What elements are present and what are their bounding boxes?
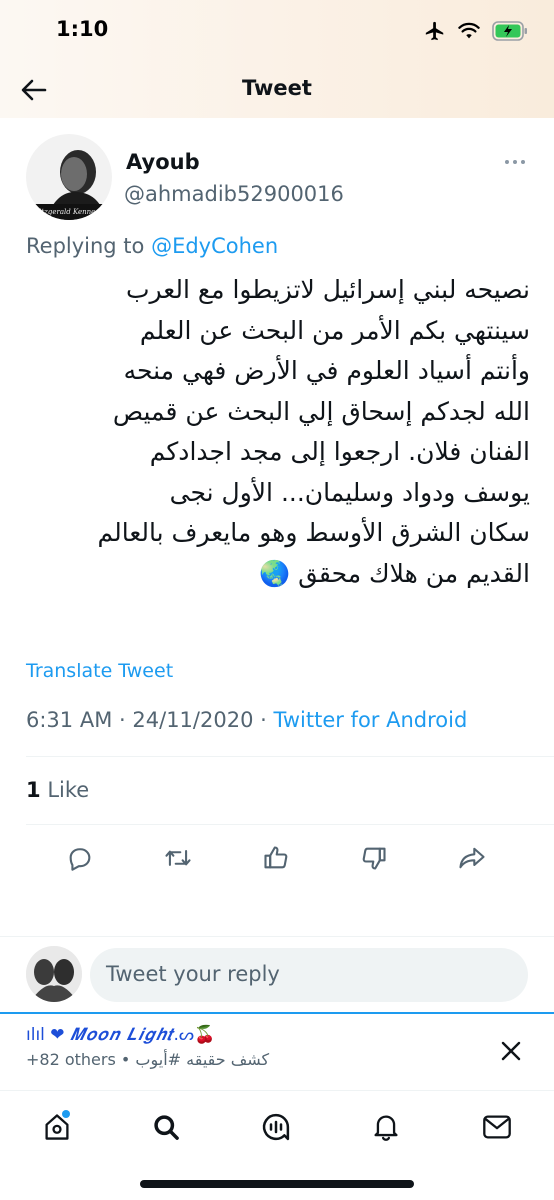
more-options-button[interactable] (500, 152, 530, 172)
upvote-icon (262, 844, 290, 872)
tweet-text-line: نصيحه لبني إسرائيل لاتزيطوا مع العرب (125, 275, 530, 304)
tab-spaces[interactable] (256, 1107, 296, 1147)
home-notification-dot (62, 1110, 70, 1118)
space-title-text: 𝑴𝒐𝒐𝒏 𝑳𝒊𝒈𝒉𝒕 (69, 1025, 174, 1045)
tweet-text-line: سكان الشرق الأوسط وهو مايعرف بالعالم (97, 518, 530, 547)
status-time: 1:10 (56, 17, 109, 41)
tweet-text-line: يوسف ودواد وسليمان... الأول نجى (169, 477, 530, 507)
page-title: Tweet (242, 76, 312, 100)
battery-charging-icon (492, 21, 528, 41)
avatar-caption: Fitzgerald Kennedy (33, 208, 105, 216)
tweet-text-line: سينتهي بكم الأمر من البحث عن العلم (139, 315, 530, 345)
author-avatar[interactable]: Fitzgerald Kennedy (26, 134, 112, 220)
tweet-text: نصيحه لبني إسرائيل لاتزيطوا مع العرب سين… (24, 270, 530, 594)
space-title-icons: ılıl ❤ (26, 1025, 65, 1045)
downvote-button[interactable] (354, 838, 394, 878)
navigation-bar: Tweet (0, 62, 554, 118)
user-avatar[interactable] (26, 946, 82, 1002)
retweet-icon (163, 844, 193, 872)
tweet-meta: 6:31 AM · 24/11/2020 · Twitter for Andro… (26, 708, 467, 732)
replying-prefix: Replying to (26, 234, 152, 258)
tab-home[interactable] (37, 1107, 77, 1147)
tweet-source-link[interactable]: Twitter for Android (274, 708, 468, 732)
divider (26, 824, 554, 825)
messages-icon (482, 1114, 512, 1140)
space-title-suffix: .ᔕ🍒 (173, 1025, 216, 1045)
replying-mention-link[interactable]: @EdyCohen (151, 234, 278, 258)
likes-count[interactable]: 1 Like (26, 778, 89, 802)
divider (0, 936, 554, 937)
space-subtitle: +82 others • كشف حقيقه #أيوب (26, 1050, 270, 1069)
search-icon (152, 1113, 180, 1141)
divider (26, 756, 554, 757)
space-title[interactable]: ılıl ❤ 𝑴𝒐𝒐𝒏 𝑳𝒊𝒈𝒉𝒕.ᔕ🍒 (26, 1025, 215, 1045)
tweet-text-line: وأنتم أسياد العلوم في الأرض فهي منحه (123, 356, 530, 385)
status-bar: 1:10 (0, 0, 554, 62)
share-icon (457, 844, 487, 872)
tab-messages[interactable] (477, 1107, 517, 1147)
translate-tweet-link[interactable]: Translate Tweet (26, 660, 173, 682)
home-indicator (140, 1180, 414, 1188)
tweet-time: 6:31 AM (26, 708, 113, 732)
meta-separator: · (119, 708, 126, 732)
likes-label: Like (47, 778, 90, 802)
meta-separator: · (260, 708, 267, 732)
tweet-text-line: الله لجدكم إسحاق إلي البحث عن قميص (112, 396, 530, 426)
downvote-icon (360, 844, 388, 872)
player-divider (0, 1012, 554, 1014)
tweet-text-line: القديم من هلاك محقق 🌏 (259, 558, 530, 588)
share-button[interactable] (452, 838, 492, 878)
more-icon (504, 159, 526, 165)
tweet-date: 24/11/2020 (132, 708, 254, 732)
close-icon (500, 1040, 522, 1062)
reply-placeholder: Tweet your reply (106, 962, 280, 986)
notifications-icon (372, 1112, 400, 1142)
reply-button[interactable] (60, 838, 100, 878)
reply-icon (66, 844, 94, 872)
retweet-button[interactable] (158, 838, 198, 878)
upvote-button[interactable] (256, 838, 296, 878)
tweet-actions (0, 838, 554, 878)
reply-input[interactable]: Tweet your reply (90, 948, 528, 1002)
author-handle[interactable]: @ahmadib52900016 (124, 182, 344, 206)
airplane-icon (424, 20, 446, 42)
tweet-text-line: الفنان فلان. ارجعوا إلى مجد اجدادكم (149, 437, 530, 466)
replying-to: Replying to @EdyCohen (26, 234, 278, 258)
status-icons (424, 17, 528, 45)
wifi-icon (458, 22, 480, 40)
likes-number: 1 (26, 778, 41, 802)
author-name[interactable]: Ayoub (126, 150, 200, 174)
spaces-icon (261, 1112, 291, 1142)
close-space-button[interactable] (496, 1036, 526, 1066)
tab-search[interactable] (146, 1107, 186, 1147)
tab-notifications[interactable] (366, 1107, 406, 1147)
